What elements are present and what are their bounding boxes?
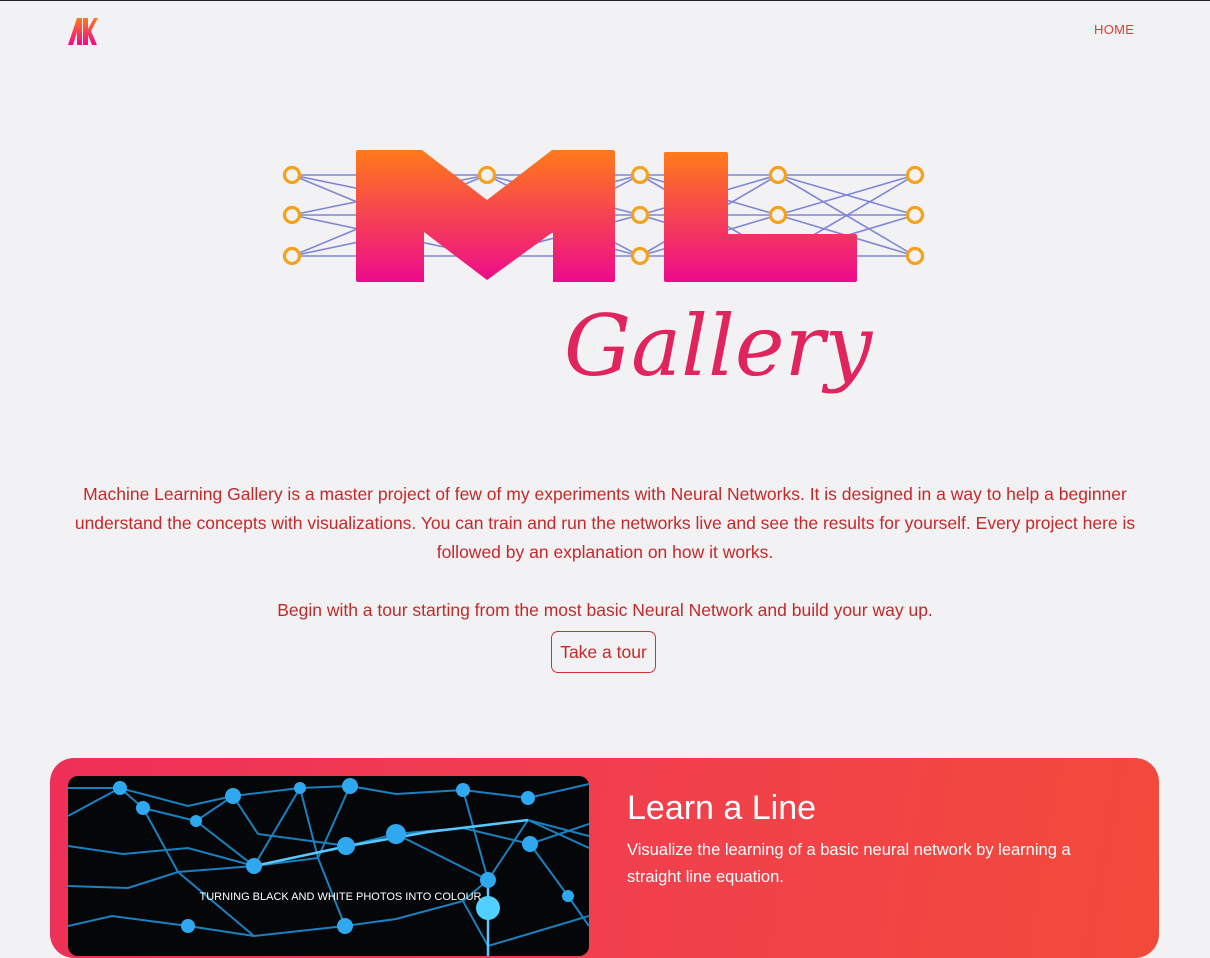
network-node <box>630 246 650 266</box>
project-card-description: Visualize the learning of a basic neural… <box>627 841 1071 886</box>
network-node <box>630 165 650 185</box>
project-card-learn-a-line[interactable]: TURNING BLACK AND WHITE PHOTOS INTO COLO… <box>50 758 1159 958</box>
logo-letter-l <box>664 152 857 282</box>
network-node <box>905 246 925 266</box>
network-node <box>768 165 788 185</box>
site-logo-icon[interactable] <box>66 16 98 46</box>
project-card-image: TURNING BLACK AND WHITE PHOTOS INTO COLO… <box>68 776 589 956</box>
project-card-image-caption: TURNING BLACK AND WHITE PHOTOS INTO COLO… <box>199 891 482 903</box>
intro-section: Machine Learning Gallery is a master pro… <box>60 480 1150 625</box>
neural-network-illustration <box>68 778 589 956</box>
network-node <box>282 246 302 266</box>
network-node <box>768 205 788 225</box>
network-node <box>630 205 650 225</box>
take-a-tour-button[interactable]: Take a tour <box>551 631 656 673</box>
nav-home-link[interactable]: HOME <box>1094 22 1134 37</box>
network-node <box>905 205 925 225</box>
intro-paragraph: Machine Learning Gallery is a master pro… <box>74 484 1136 562</box>
navbar: HOME <box>0 1 1210 59</box>
network-node <box>477 165 497 185</box>
intro-tour-prompt: Begin with a tour starting from the most… <box>277 600 933 620</box>
network-node <box>905 165 925 185</box>
project-card-title[interactable]: Learn a Line <box>627 786 816 830</box>
network-node <box>282 165 302 185</box>
logo-gallery-script: Gallery <box>564 297 874 395</box>
ml-gallery-logo: Gallery <box>282 150 925 395</box>
network-node <box>282 205 302 225</box>
